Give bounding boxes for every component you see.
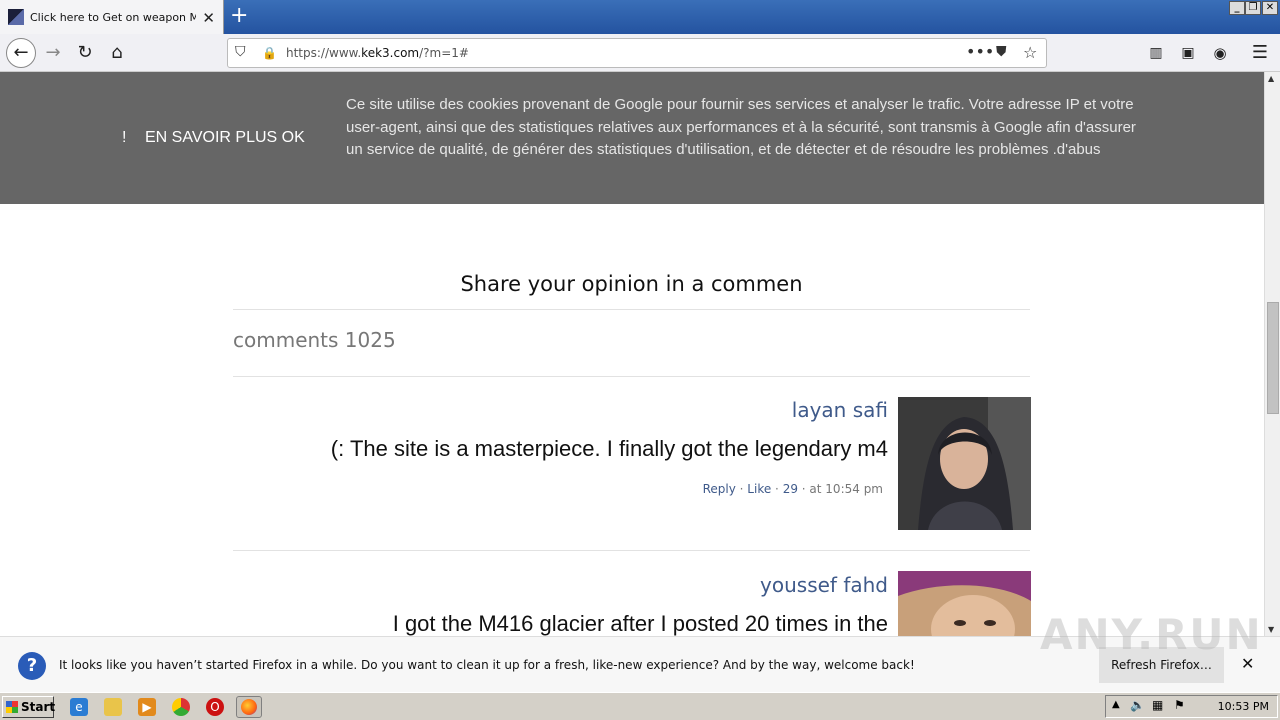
comment-text: I got the M416 glacier after I posted 20… [392, 611, 888, 636]
sidebar-icon[interactable]: ▣ [1175, 40, 1201, 66]
tab-close-icon[interactable]: ✕ [202, 9, 215, 27]
ie-icon[interactable]: e [70, 698, 88, 716]
system-tray: ▲ 🔈 ▦ ⚑ 10:53 PM [1105, 695, 1278, 718]
clock[interactable]: 10:53 PM [1218, 700, 1269, 713]
learn-more-link[interactable]: EN SAVOIR PLUS [145, 129, 277, 146]
cookie-text: Ce site utilise des cookies provenant de… [346, 96, 1136, 158]
chrome-icon[interactable] [172, 698, 190, 716]
start-label: Start [21, 700, 56, 714]
windows-taskbar: Start e ▶ O ▲ 🔈 ▦ ⚑ 10:53 PM [0, 692, 1280, 720]
divider [233, 550, 1030, 551]
like-count: 29 [782, 482, 798, 496]
opera-icon[interactable]: O [206, 698, 224, 716]
page-actions-icon[interactable]: ••• [966, 42, 994, 61]
avatar [898, 571, 1031, 636]
comment-time: at 10:54 pm [809, 482, 883, 496]
navigation-toolbar: ← → ↻ ⌂ ⛉ 🔒 https://www.kek3.com/?m=1# •… [0, 34, 1280, 72]
forward-arrow-icon[interactable]: → [40, 40, 66, 66]
new-tab-button[interactable]: + [230, 4, 248, 28]
pocket-icon[interactable]: ⛊ [996, 44, 1007, 60]
url-bar[interactable]: ⛉ 🔒 https://www.kek3.com/?m=1# ••• ⛊ ☆ [227, 38, 1047, 68]
cookie-banner: ! EN SAVOIR PLUS OK Ce site utilise des … [0, 72, 1264, 204]
close-window-icon[interactable]: ✕ [1262, 1, 1278, 15]
comments-heading: Share your opinion in a commen [460, 272, 803, 296]
browser-tab[interactable]: Click here to Get on weapon M416 ✕ [0, 0, 224, 34]
flag-icon[interactable]: ⚑ [1174, 698, 1185, 712]
scroll-up-arrow-icon[interactable]: ▲ [1268, 74, 1274, 83]
reload-icon[interactable]: ↻ [72, 40, 98, 66]
url-text[interactable]: https://www.kek3.com/?m=1# [286, 46, 469, 60]
avatar [898, 397, 1031, 530]
scrollbar-thumb[interactable] [1267, 302, 1279, 414]
restore-window-icon[interactable]: ❐ [1245, 1, 1261, 15]
comment-meta: Reply · Like · 29 · at 10:54 pm [702, 482, 883, 496]
tray-expand-icon[interactable]: ▲ [1112, 699, 1120, 710]
tab-title: Click here to Get on weapon M416 [30, 10, 196, 24]
site-favicon-icon [8, 9, 24, 25]
volume-icon[interactable]: 🔈 [1130, 698, 1145, 712]
windows-logo-icon [6, 701, 18, 713]
comment-author[interactable]: youssef fahd [760, 573, 888, 597]
divider [233, 309, 1030, 310]
account-icon[interactable]: ◉ [1207, 40, 1233, 66]
home-icon[interactable]: ⌂ [104, 40, 130, 66]
comments-count: comments 1025 [233, 328, 396, 352]
cookie-notice-mark: ! [122, 129, 127, 146]
shield-icon[interactable]: ⛉ [235, 44, 246, 60]
menu-icon[interactable]: ☰ [1247, 40, 1273, 66]
question-icon: ? [18, 652, 46, 680]
lock-icon[interactable]: 🔒 [262, 46, 277, 60]
folder-icon[interactable] [104, 698, 122, 716]
like-link[interactable]: Like [747, 482, 771, 496]
firefox-taskbar-button[interactable] [236, 696, 262, 718]
scroll-down-arrow-icon[interactable]: ▼ [1268, 625, 1274, 634]
notification-text: It looks like you haven’t started Firefo… [59, 658, 915, 672]
start-button[interactable]: Start [2, 696, 56, 718]
bookmark-star-icon[interactable]: ☆ [1023, 43, 1037, 62]
network-icon[interactable]: ▦ [1152, 698, 1163, 712]
library-icon[interactable]: ▥ [1143, 40, 1169, 66]
reply-link[interactable]: Reply [703, 482, 736, 496]
comment-text: (: The site is a masterpiece. I finally … [330, 436, 888, 461]
divider [233, 376, 1030, 377]
browser-tab-strip: Click here to Get on weapon M416 ✕ + _ ❐… [0, 0, 1280, 34]
watermark-logo: ANY.RUN [1040, 610, 1263, 659]
cookie-ok-button[interactable]: OK [282, 129, 305, 146]
back-arrow-icon[interactable]: ← [6, 38, 36, 68]
firefox-icon [241, 699, 257, 715]
media-player-icon[interactable]: ▶ [138, 698, 156, 716]
comment-author[interactable]: layan safi [792, 398, 888, 422]
cookie-actions: EN SAVOIR PLUS OK [145, 129, 305, 147]
minimize-window-icon[interactable]: _ [1229, 1, 1245, 15]
page-scrollbar[interactable]: ▲ ▼ [1264, 72, 1280, 636]
